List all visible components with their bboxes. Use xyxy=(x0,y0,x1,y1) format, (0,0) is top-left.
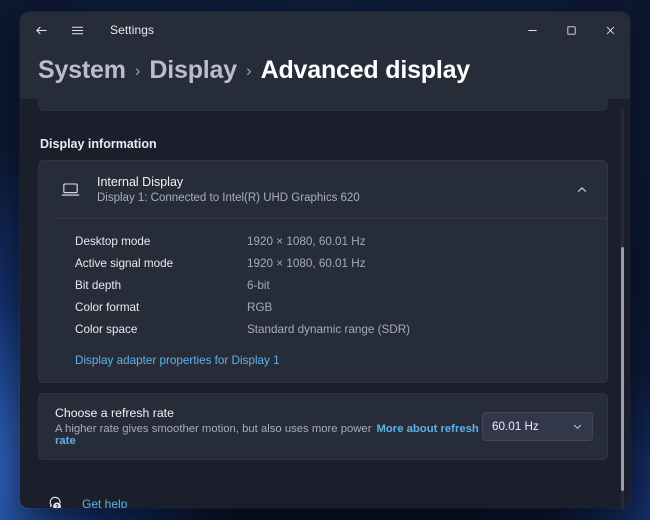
display-information-card: Internal Display Display 1: Connected to… xyxy=(38,160,608,383)
breadcrumb-separator: › xyxy=(245,61,252,80)
detail-row: Bit depth 6-bit xyxy=(75,274,593,296)
refresh-rate-card: Choose a refresh rate A higher rate give… xyxy=(38,393,608,460)
detail-label: Color format xyxy=(75,300,140,314)
title-bar: Settings xyxy=(20,12,630,48)
settings-content: Display information Internal Display Dis… xyxy=(20,99,630,508)
detail-value: Standard dynamic range (SDR) xyxy=(247,322,411,336)
detail-label: Active signal mode xyxy=(75,256,174,270)
settings-scroll-area: Display information Internal Display Dis… xyxy=(20,99,630,508)
section-title-display-information: Display information xyxy=(40,137,157,151)
footer-links: Get help Give feedback xyxy=(38,490,608,508)
adapter-properties-link-wrapper: Display adapter properties for Display 1 xyxy=(39,346,607,382)
refresh-rate-description: A higher rate gives smoother motion, but… xyxy=(55,423,372,435)
breadcrumb-item-advanced-display: Advanced display xyxy=(260,56,471,84)
get-help-icon xyxy=(42,496,68,508)
breadcrumb-item-system[interactable]: System xyxy=(38,56,126,85)
breadcrumb-separator: › xyxy=(134,61,141,80)
detail-row: Color format RGB xyxy=(75,296,593,318)
get-help-row[interactable]: Get help xyxy=(42,490,608,508)
refresh-rate-description-row: A higher rate gives smoother motion, but… xyxy=(55,423,482,447)
internal-display-subtitle: Display 1: Connected to Intel(R) UHD Gra… xyxy=(97,192,360,204)
partially-scrolled-card[interactable] xyxy=(38,99,608,111)
breadcrumb-item-display[interactable]: Display xyxy=(149,56,237,85)
refresh-rate-text: Choose a refresh rate A higher rate give… xyxy=(55,406,482,447)
detail-value: 6-bit xyxy=(247,278,270,292)
internal-display-title: Internal Display xyxy=(97,175,184,189)
settings-window: Settings System › Display › Advanced dis… xyxy=(20,12,630,508)
monitor-icon xyxy=(53,180,87,199)
detail-value: RGB xyxy=(247,300,273,314)
minimize-button[interactable] xyxy=(513,12,552,48)
display-details-list: Desktop mode 1920 × 1080, 60.01 Hz Activ… xyxy=(39,219,607,346)
internal-display-header[interactable]: Internal Display Display 1: Connected to… xyxy=(39,161,607,218)
chevron-up-icon[interactable] xyxy=(567,175,597,205)
detail-row: Color space Standard dynamic range (SDR) xyxy=(75,318,593,340)
get-help-link[interactable]: Get help xyxy=(82,497,127,508)
detail-row: Active signal mode 1920 × 1080, 60.01 Hz xyxy=(75,252,593,274)
app-title: Settings xyxy=(110,23,155,37)
window-controls xyxy=(513,12,630,48)
hamburger-menu-icon[interactable] xyxy=(60,15,94,45)
vertical-scrollbar[interactable] xyxy=(621,109,624,508)
detail-row: Desktop mode 1920 × 1080, 60.01 Hz xyxy=(75,230,593,252)
breadcrumb: System › Display › Advanced display xyxy=(20,56,630,85)
page-header: System › Display › Advanced display xyxy=(20,48,630,99)
refresh-rate-title: Choose a refresh rate xyxy=(55,406,174,420)
refresh-rate-dropdown-value: 60.01 Hz xyxy=(492,420,539,433)
back-arrow-icon[interactable] xyxy=(24,15,58,45)
scrollbar-thumb[interactable] xyxy=(621,247,624,491)
chevron-down-icon xyxy=(572,421,583,432)
detail-label: Bit depth xyxy=(75,278,122,292)
internal-display-text: Internal Display Display 1: Connected to… xyxy=(97,175,360,204)
display-adapter-properties-link[interactable]: Display adapter properties for Display 1 xyxy=(75,354,280,367)
refresh-rate-dropdown[interactable]: 60.01 Hz xyxy=(482,412,593,441)
detail-label: Color space xyxy=(75,322,138,336)
detail-value: 1920 × 1080, 60.01 Hz xyxy=(247,234,366,248)
close-button[interactable] xyxy=(591,12,630,48)
maximize-button[interactable] xyxy=(552,12,591,48)
detail-label: Desktop mode xyxy=(75,234,151,248)
detail-value: 1920 × 1080, 60.01 Hz xyxy=(247,256,366,270)
